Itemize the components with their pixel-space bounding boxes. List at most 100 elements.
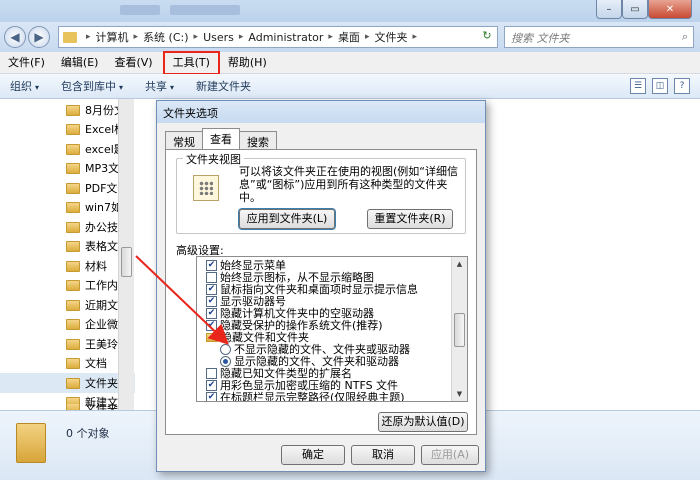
include-in-library-button[interactable]: 包含到库中 ▾	[61, 78, 123, 94]
breadcrumb-item[interactable]: 系统 (C:)	[143, 29, 188, 45]
window-titlebar: – ▭ ✕	[0, 0, 700, 22]
organize-button[interactable]: 组织 ▾	[10, 78, 39, 94]
checkbox[interactable]: ✔	[206, 307, 217, 319]
scroll-up-icon[interactable]: ▲	[454, 258, 465, 270]
title-ghost	[120, 5, 160, 15]
nav-item[interactable]: 办公技	[66, 217, 118, 237]
reset-folders-button[interactable]: 重置文件夹(R)	[367, 209, 453, 229]
nav-item[interactable]: 文件夹	[0, 373, 135, 393]
title-ghost	[170, 5, 240, 15]
breadcrumb: ▸ 计算机 ▸ 系统 (C:) ▸ Users ▸ Administrator ▸ 桌面 ▸ 文件夹 ▸	[81, 29, 422, 45]
nav-item-label: 文档	[85, 357, 107, 370]
maximize-button[interactable]: ▭	[622, 0, 648, 19]
folder-views-group: 文件夹视图 可以将该文件夹正在使用的视图(例如“详细信息”或“图标”)应用到所有…	[176, 151, 466, 234]
checkbox[interactable]: ✔	[206, 379, 217, 391]
ok-button[interactable]: 确定	[281, 445, 345, 465]
menu-tools[interactable]: 工具(T)	[162, 50, 220, 75]
folder-icon	[66, 357, 80, 369]
nav-item[interactable]: win7如	[66, 197, 122, 217]
checkbox[interactable]	[206, 367, 217, 379]
nav-item[interactable]: excel题	[66, 139, 125, 159]
checkbox[interactable]: ✔	[206, 259, 217, 271]
nav-item[interactable]: 材料	[66, 256, 107, 276]
tab-search[interactable]: 搜索	[239, 131, 277, 149]
forward-button[interactable]: ▶	[28, 26, 50, 48]
advanced-settings-list[interactable]: ✔ 始终显示菜单 始终显示图标，从不显示缩略图 ✔ 鼠标指向文件夹和桌面项时显示提示信息…	[196, 256, 468, 402]
nav-item[interactable]: 文档	[66, 353, 107, 373]
folder-views-legend: 文件夹视图	[183, 151, 244, 167]
minimize-icon: –	[606, 3, 612, 15]
nav-item[interactable]: MP3文	[66, 158, 119, 178]
apply-to-folders-button[interactable]: 应用到文件夹(L)	[239, 209, 335, 229]
close-icon: ✕	[665, 3, 675, 15]
menu-edit[interactable]: 编辑(E)	[53, 53, 107, 73]
breadcrumb-item[interactable]: 文件夹	[374, 29, 407, 45]
nav-item-label: MP3文	[85, 162, 120, 175]
nav-item[interactable]: 近期文	[66, 295, 118, 315]
nav-item[interactable]: 企业微	[66, 314, 118, 334]
folder-view-icon	[193, 175, 219, 201]
checkbox[interactable]: ✔	[206, 319, 217, 331]
navigation-pane[interactable]: 8月份文 Excel标 excel题 MP3文 PDF文件 win7如 办公技 表格文 材料 工作…	[0, 99, 135, 412]
nav-scrollbar[interactable]	[118, 99, 134, 410]
checkbox[interactable]: ✔	[206, 391, 217, 401]
tab-view[interactable]: 查看	[202, 128, 240, 149]
address-row: ◀ ▶ ▸ 计算机 ▸ 系统 (C:) ▸ Users ▸ Administrator ▸ 桌面 ▸…	[0, 22, 700, 52]
refresh-icon[interactable]: ↻	[479, 29, 495, 45]
checkbox[interactable]	[206, 271, 217, 283]
back-arrow-icon: ◀	[10, 30, 20, 44]
nav-item-label: 王美玲	[85, 338, 118, 351]
maximize-icon: ▭	[630, 3, 640, 15]
nav-scroll-thumb[interactable]	[121, 247, 132, 277]
menu-view[interactable]: 查看(V)	[106, 53, 160, 73]
cancel-button[interactable]: 取消	[351, 445, 415, 465]
folder-icon	[206, 332, 218, 342]
search-input[interactable]: 搜索 文件夹 ⌕	[504, 26, 694, 48]
folder-icon	[66, 123, 80, 135]
include-in-library-label: 包含到库中	[61, 80, 117, 93]
scroll-down-icon[interactable]: ▼	[454, 388, 465, 400]
nav-item-label: 材料	[85, 260, 107, 273]
radio-button[interactable]	[220, 343, 231, 355]
nav-item[interactable]: Excel标	[66, 119, 125, 139]
command-toolbar: 组织 ▾ 包含到库中 ▾ 共享 ▾ 新建文件夹 ☰ ◫ ?	[0, 74, 700, 99]
nav-item[interactable]: 工作内	[66, 275, 118, 295]
restore-defaults-button[interactable]: 还原为默认值(D)	[378, 412, 468, 432]
folder-icon	[66, 182, 80, 194]
breadcrumb-separator-icon: ▸	[86, 32, 91, 42]
dialog-title: 文件夹选项	[157, 101, 485, 123]
nav-item-label: 表格文	[85, 240, 118, 253]
breadcrumb-item[interactable]: Administrator	[248, 31, 323, 44]
search-icon: ⌕	[681, 30, 688, 43]
breadcrumb-separator-icon: ▸	[412, 32, 417, 42]
nav-item[interactable]: 表格文	[66, 236, 118, 256]
folder-icon	[66, 240, 80, 252]
object-count: 0 个对象	[66, 427, 110, 440]
breadcrumb-separator-icon: ▸	[133, 32, 139, 42]
checkbox[interactable]: ✔	[206, 295, 217, 307]
minimize-button[interactable]: –	[596, 0, 622, 19]
breadcrumb-item[interactable]: 桌面	[338, 29, 360, 45]
new-folder-button[interactable]: 新建文件夹	[196, 78, 251, 94]
advanced-scrollbar[interactable]: ▲ ▼	[451, 257, 467, 401]
breadcrumb-separator-icon: ▸	[193, 32, 199, 42]
menu-file[interactable]: 文件(F)	[0, 53, 53, 73]
share-button[interactable]: 共享 ▾	[145, 78, 174, 94]
advanced-scroll-thumb[interactable]	[454, 313, 465, 347]
breadcrumb-item[interactable]: Users	[203, 31, 234, 44]
tab-general[interactable]: 常规	[165, 131, 203, 149]
checkbox[interactable]: ✔	[206, 283, 217, 295]
back-button[interactable]: ◀	[4, 26, 26, 48]
help-icon[interactable]: ?	[674, 78, 690, 94]
view-options-icon[interactable]: ☰	[630, 78, 646, 94]
nav-item-label: 近期文	[85, 299, 118, 312]
breadcrumb-item[interactable]: 计算机	[96, 29, 129, 45]
nav-item[interactable]: 8月份文	[66, 100, 125, 120]
nav-item[interactable]: 王美玲	[66, 334, 118, 354]
apply-button[interactable]: 应用(A)	[421, 445, 479, 465]
advanced-setting-label: 在单独的进程中打开文件夹窗口	[220, 401, 374, 402]
address-bar[interactable]: ▸ 计算机 ▸ 系统 (C:) ▸ Users ▸ Administrator ▸ 桌面 ▸ 文件夹 ▸…	[58, 26, 498, 48]
close-button[interactable]: ✕	[648, 0, 692, 19]
menu-help[interactable]: 帮助(H)	[220, 53, 275, 73]
preview-pane-icon[interactable]: ◫	[652, 78, 668, 94]
